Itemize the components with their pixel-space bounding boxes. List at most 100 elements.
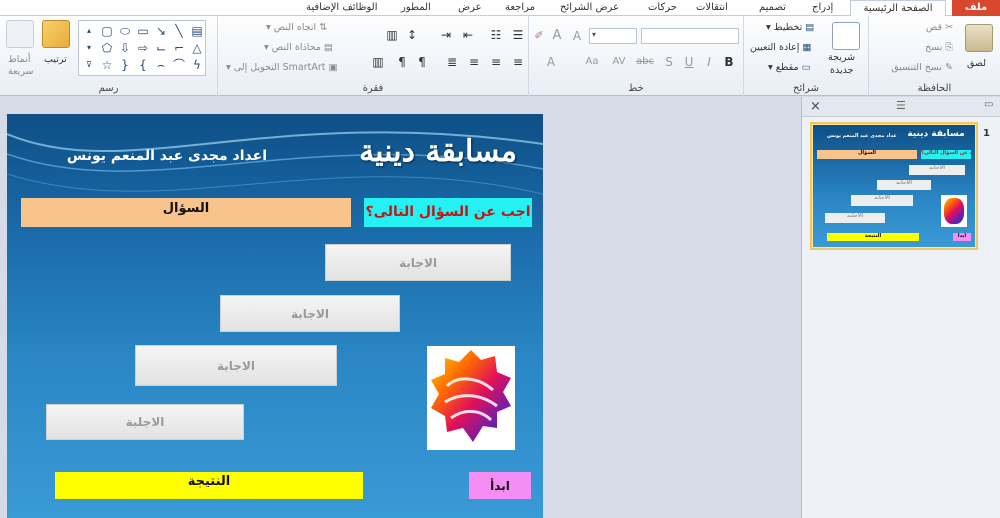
more-shapes-icon[interactable]: ⊽: [81, 57, 97, 73]
slides-view-icon[interactable]: ▭: [984, 99, 993, 110]
right-brace-icon[interactable]: }: [117, 57, 133, 73]
grow-font-button[interactable]: A: [547, 27, 567, 45]
underline-button[interactable]: U: [679, 53, 699, 71]
copy-button[interactable]: نسخ ⎘: [893, 42, 953, 53]
shapes-gallery[interactable]: ▤ ╲ ↘ ▭ ⬭ ▢ △ ⌐ ⌙ ⇨ ⇩ ⬠ ϟ ⌒ ⌢ { } ☆ ▴ ▾ …: [78, 20, 206, 76]
strikethrough-button[interactable]: abc: [633, 53, 657, 71]
arrange-button[interactable]: ترتيب: [44, 54, 67, 65]
right-arrow-icon[interactable]: ⇨: [135, 40, 151, 56]
cut-button[interactable]: قص ✂: [893, 22, 953, 33]
curve-icon[interactable]: ⌒: [171, 57, 187, 73]
arc-icon[interactable]: ⌢: [153, 57, 169, 73]
indent-increase-icon[interactable]: ⇥: [436, 26, 456, 44]
line-icon[interactable]: ╲: [171, 23, 187, 39]
rounded-rect-icon[interactable]: ▢: [99, 23, 115, 39]
tab-insert[interactable]: إدراج: [812, 0, 833, 16]
section-icon: ▭: [801, 62, 811, 73]
bullets-icon[interactable]: ☰: [508, 26, 528, 44]
tab-animations[interactable]: حركات: [648, 0, 677, 16]
distributed-icon[interactable]: ▥: [368, 53, 388, 71]
oval-icon[interactable]: ⬭: [117, 23, 133, 39]
layout-icon: ▤: [805, 22, 815, 33]
freeform-icon[interactable]: ϟ: [189, 57, 205, 73]
shrink-font-button[interactable]: A: [567, 27, 587, 45]
justify-icon[interactable]: ≣: [442, 53, 462, 71]
align-right-icon[interactable]: ≡: [508, 53, 528, 71]
tab-addins[interactable]: الوظائف الإضافية: [306, 0, 378, 16]
rtl-icon[interactable]: ¶: [412, 53, 432, 71]
thumb-logo: [941, 195, 967, 227]
columns-icon[interactable]: ▥: [382, 26, 402, 44]
copy-label: نسخ: [925, 42, 943, 53]
shadow-button[interactable]: S: [659, 53, 679, 71]
font-size-combo[interactable]: ▾: [589, 28, 637, 44]
slide-thumbnail[interactable]: مسابقة دينية اعداد مجدى عبد المنعم يونس …: [813, 125, 975, 247]
tab-slideshow[interactable]: عرض الشرائح: [560, 0, 619, 16]
calligraphy-logo[interactable]: [427, 346, 515, 450]
ltr-icon[interactable]: ¶: [392, 53, 412, 71]
rectangle-icon[interactable]: ▭: [135, 23, 151, 39]
smartart-button[interactable]: ▾ التحويل إلى SmartArt ▣: [226, 62, 337, 73]
slide-canvas[interactable]: مسابقة دينية اعداد مجدى عبد المنعم يونس …: [7, 114, 543, 518]
left-brace-icon[interactable]: {: [135, 57, 151, 73]
tab-design[interactable]: تصميم: [759, 0, 786, 16]
tab-view[interactable]: عرض: [458, 0, 482, 16]
close-panel-button[interactable]: ×: [810, 99, 821, 114]
quick-styles-label-1[interactable]: أنماط: [8, 54, 30, 65]
answer-button-2[interactable]: الاجابة: [220, 295, 400, 332]
format-painter-button[interactable]: نسخ التنسيق ✎: [873, 62, 953, 73]
reset-button[interactable]: إعادة التعيين ▦: [750, 42, 811, 53]
star-icon[interactable]: ☆: [99, 57, 115, 73]
scroll-up-icon[interactable]: ▴: [81, 23, 97, 39]
triangle-icon[interactable]: △: [189, 40, 205, 56]
scroll-down-icon[interactable]: ▾: [81, 40, 97, 56]
pentagon-icon[interactable]: ⬠: [99, 40, 115, 56]
section-button[interactable]: ▾ مقطع ▭: [768, 62, 811, 73]
tab-file[interactable]: ملف: [952, 0, 1000, 16]
tab-transitions[interactable]: انتقالات: [696, 0, 728, 16]
line-spacing-icon[interactable]: ↕: [402, 26, 422, 44]
char-spacing-button[interactable]: AV: [607, 53, 631, 71]
dropdown-arrow-icon: ▾: [766, 22, 774, 33]
numbering-icon[interactable]: ☷: [486, 26, 506, 44]
tab-home[interactable]: الصفحة الرئيسية: [850, 0, 946, 17]
arrow-line-icon[interactable]: ↘: [153, 23, 169, 39]
start-button[interactable]: ابدأ: [469, 472, 531, 499]
quick-styles-label-2[interactable]: سريعة: [8, 66, 34, 77]
layout-button[interactable]: ▾ تخطيط ▤: [766, 22, 814, 33]
text-box-icon[interactable]: ▤: [189, 23, 205, 39]
elbow-connector-icon[interactable]: ⌐: [171, 40, 187, 56]
tab-review[interactable]: مراجعة: [505, 0, 535, 16]
arrange-icon[interactable]: [42, 20, 70, 48]
bold-button[interactable]: B: [719, 53, 739, 71]
italic-button[interactable]: I: [699, 53, 719, 71]
align-text-button[interactable]: ▾ محاذاة النص ▤: [264, 42, 333, 53]
slide-title[interactable]: مسابقة دينية: [317, 134, 517, 169]
paste-button[interactable]: لصق: [967, 58, 986, 69]
clear-format-icon[interactable]: ✐: [529, 27, 549, 45]
new-slide-label-1[interactable]: شريحة: [828, 52, 855, 63]
elbow-arrow-icon[interactable]: ⌙: [153, 40, 169, 56]
change-case-button[interactable]: Aa: [579, 53, 605, 71]
result-box[interactable]: النتيجة: [55, 472, 363, 499]
answer-button-1[interactable]: الاجابة: [325, 244, 511, 281]
indent-decrease-icon[interactable]: ⇤: [458, 26, 478, 44]
tab-developer[interactable]: المطور: [401, 0, 431, 16]
answer-button-4[interactable]: الاجلبة: [46, 404, 244, 440]
down-arrow-icon[interactable]: ⇩: [117, 40, 133, 56]
paste-icon[interactable]: [965, 24, 993, 52]
font-color-button[interactable]: A: [541, 53, 561, 71]
align-left-icon[interactable]: ≡: [464, 53, 484, 71]
align-center-icon[interactable]: ≡: [486, 53, 506, 71]
new-slide-label-2[interactable]: جديدة: [830, 65, 853, 76]
new-slide-icon[interactable]: [832, 22, 860, 50]
outline-view-icon[interactable]: ☰: [896, 99, 906, 112]
question-box[interactable]: السؤال: [21, 198, 351, 227]
text-direction-button[interactable]: ▾ اتجاه النص ⇅: [266, 22, 327, 33]
font-name-combo[interactable]: [641, 28, 739, 44]
prompt-box[interactable]: اجب عن السؤال التالى؟: [364, 198, 532, 227]
slide-author[interactable]: اعداد مجدى عبد المنعم يونس: [57, 148, 267, 164]
drawing-group-label: رسم: [98, 83, 119, 94]
answer-button-3[interactable]: الاجابة: [135, 345, 337, 386]
quick-styles-icon[interactable]: [6, 20, 34, 48]
